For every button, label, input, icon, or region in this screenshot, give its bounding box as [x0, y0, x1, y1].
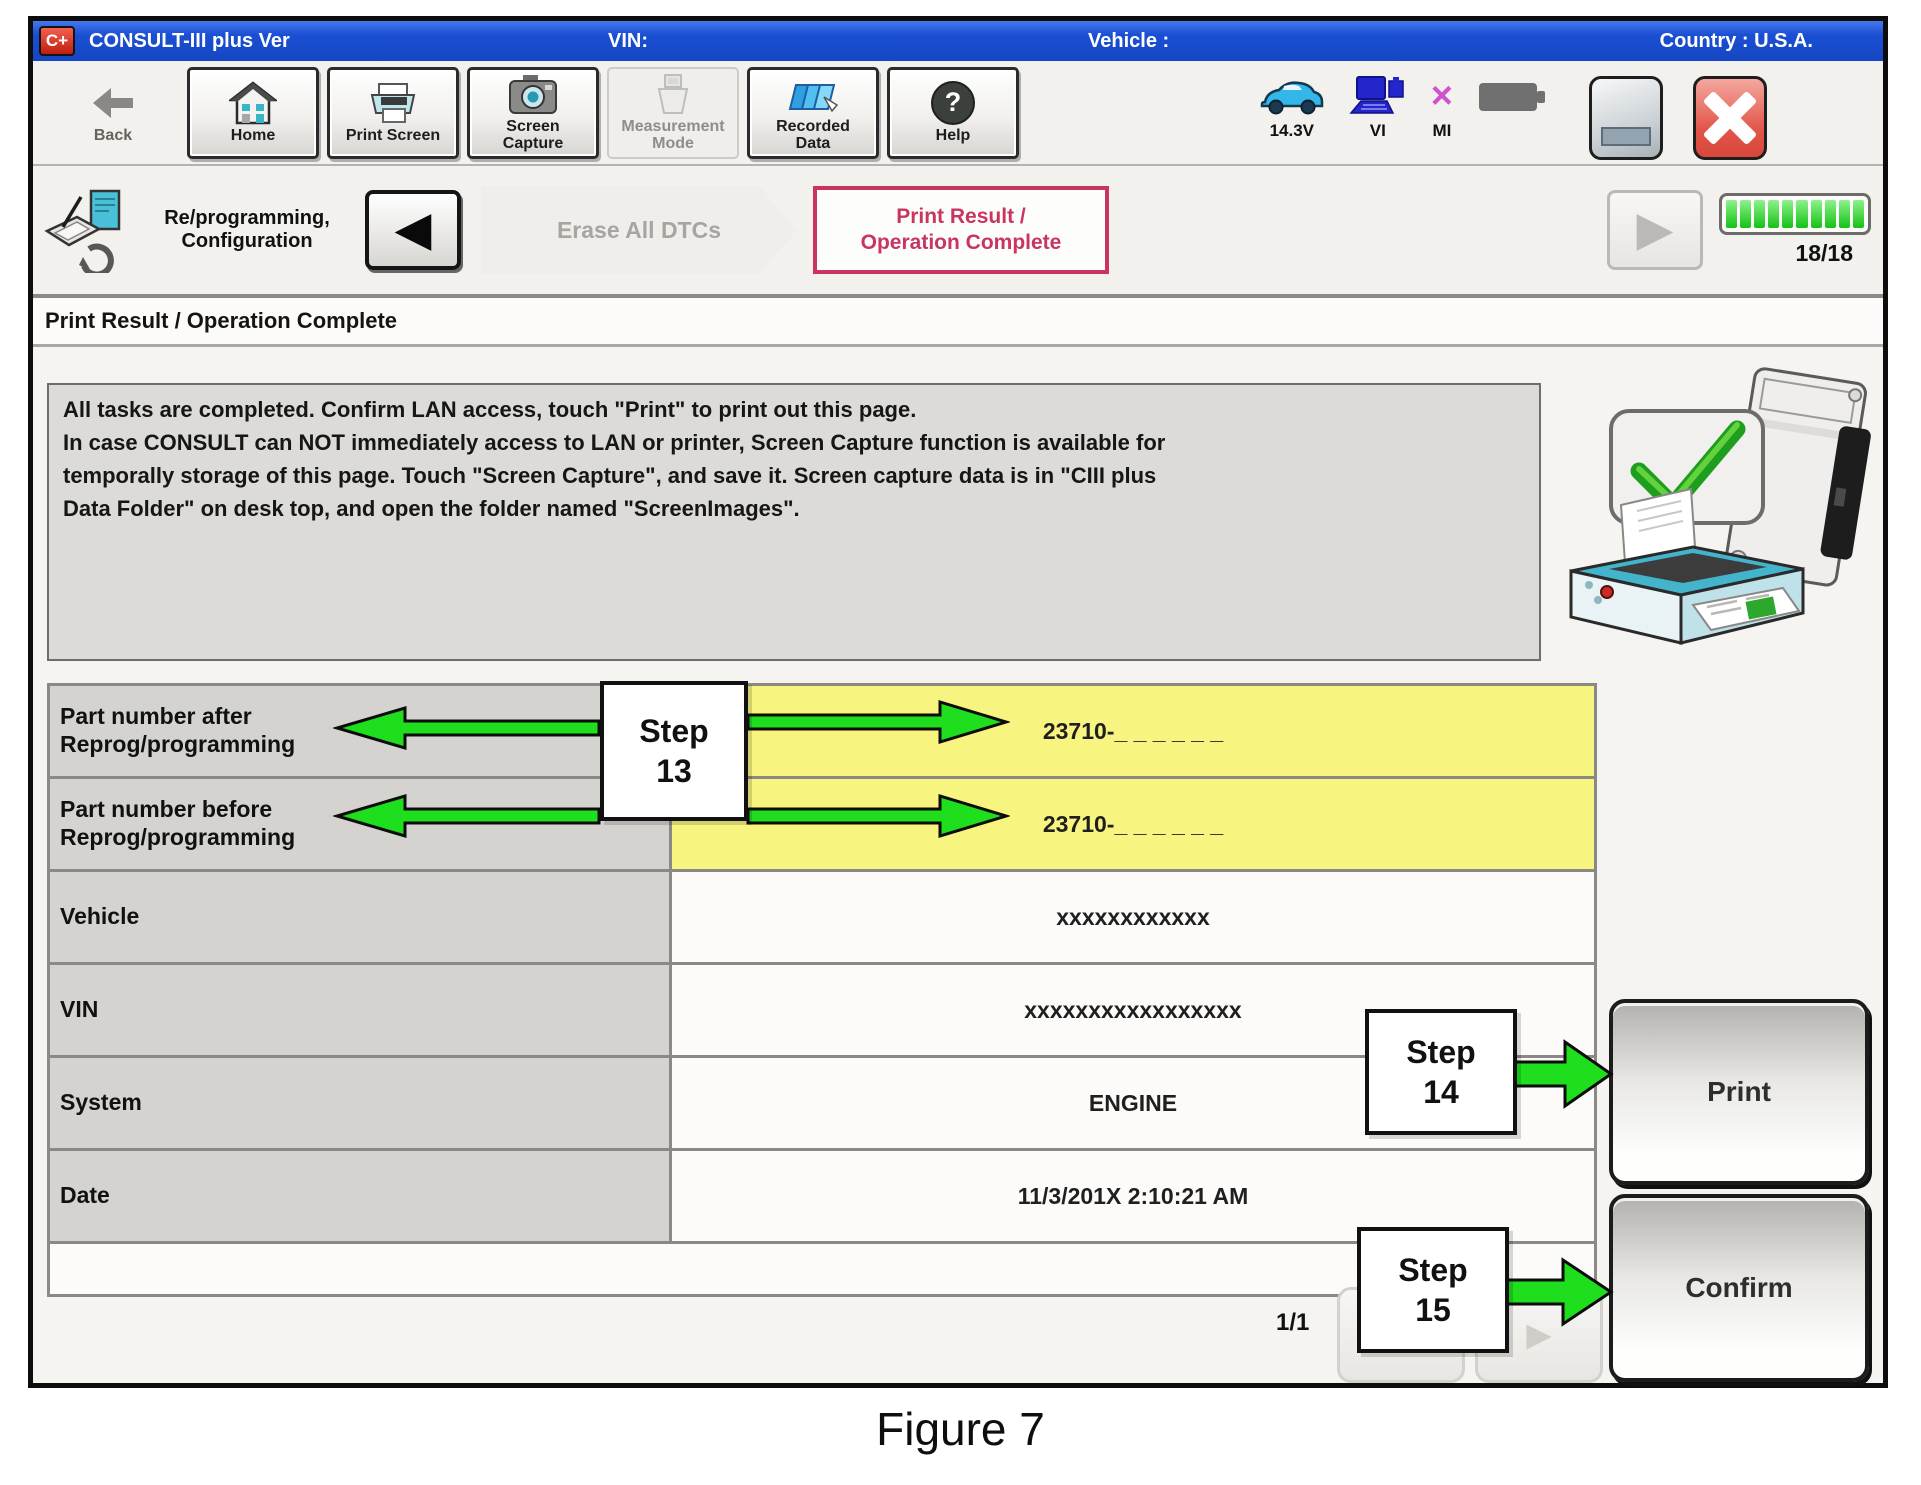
- page-indicator: 1/1: [1276, 1309, 1309, 1337]
- print-screen-button[interactable]: Print Screen: [327, 67, 459, 159]
- consult-window: C+ CONSULT-III plus Ver VIN: Vehicle : C…: [28, 16, 1888, 1388]
- home-button[interactable]: Home: [187, 67, 319, 159]
- row-label: Date: [50, 1151, 672, 1241]
- nav-back-button[interactable]: ◀: [365, 190, 461, 270]
- page-title: Print Result / Operation Complete: [33, 298, 1883, 347]
- vi-device-icon: [1349, 74, 1407, 118]
- country-label: Country : U.S.A.: [1660, 30, 1813, 53]
- app-logo-text: C+: [46, 31, 68, 51]
- figure-caption: Figure 7: [0, 1402, 1921, 1456]
- home-label: Home: [231, 128, 275, 145]
- help-label: Help: [936, 128, 971, 145]
- camera-icon: [508, 72, 558, 116]
- signal-count: 18/18: [1795, 240, 1853, 267]
- battery-voltage-status: 14.3V: [1259, 74, 1325, 141]
- mi-label: MI: [1432, 121, 1451, 141]
- measurement-mode-icon: [652, 72, 694, 116]
- signal-strength: 18/18: [1719, 193, 1871, 267]
- vin-label: VIN:: [608, 30, 648, 53]
- print-screen-label: Print Screen: [346, 128, 440, 145]
- content-area: All tasks are completed. Confirm LAN acc…: [33, 347, 1883, 1383]
- screen-capture-label: Screen Capture: [503, 119, 563, 153]
- step-erase-all-dtcs[interactable]: Erase All DTCs: [481, 186, 797, 274]
- row-label: Vehicle: [50, 872, 672, 962]
- folders-icon: [786, 72, 840, 116]
- row-value: xxxxxxxxxxxx: [672, 872, 1594, 962]
- title-bar: C+ CONSULT-III plus Ver VIN: Vehicle : C…: [33, 21, 1883, 61]
- help-icon: ?: [931, 81, 975, 125]
- row-vehicle: Vehicle xxxxxxxxxxxx: [50, 872, 1594, 965]
- car-icon: [1259, 74, 1325, 118]
- row-vin: VIN xxxxxxxxxxxxxxxxx: [50, 965, 1594, 1058]
- help-button[interactable]: ? Help: [887, 67, 1019, 159]
- nav-back-icon: ◀: [395, 206, 432, 254]
- print-button[interactable]: Print: [1609, 999, 1869, 1185]
- battery-icon: [1477, 74, 1547, 118]
- vehicle-label: Vehicle :: [1088, 30, 1169, 53]
- mi-disconnected-icon: ×: [1431, 74, 1453, 118]
- app-title: CONSULT-III plus Ver: [89, 30, 290, 53]
- mode-label: Re/programming, Configuration: [139, 207, 355, 253]
- step-print-result-current[interactable]: Print Result / Operation Complete: [813, 186, 1109, 274]
- row-label: VIN: [50, 965, 672, 1055]
- vi-status: VI: [1349, 74, 1407, 141]
- step13-arrow-right-row1: [746, 699, 1010, 745]
- back-button[interactable]: Back: [47, 67, 179, 159]
- step13-annotation: Step 13: [600, 681, 748, 821]
- measurement-mode-label: Measurement Mode: [621, 119, 724, 153]
- step15-annotation: Step 15: [1357, 1227, 1509, 1353]
- step14-arrow: [1513, 1035, 1615, 1113]
- recorded-data-label: Recorded Data: [776, 119, 850, 153]
- app-logo-icon: C+: [39, 26, 75, 56]
- help-glyph: ?: [945, 88, 962, 116]
- workflow-nav: Re/programming, Configuration ◀ Erase Al…: [33, 166, 1883, 298]
- nav-forward-button[interactable]: ▶: [1607, 190, 1703, 270]
- step-erase-label: Erase All DTCs: [557, 217, 721, 244]
- printer-complete-illustration: [1541, 361, 1885, 661]
- step13-arrow-left-row1: [333, 705, 601, 751]
- minimize-icon: [1601, 127, 1651, 146]
- status-area: 14.3V VI × MI: [1259, 66, 1863, 160]
- results-table: Part number after Reprog/programming 237…: [47, 683, 1597, 1297]
- measurement-mode-button[interactable]: Measurement Mode: [607, 67, 739, 159]
- step13-arrow-left-row2: [333, 793, 601, 839]
- reprogramming-mode-icon: [43, 208, 129, 252]
- recorded-data-button[interactable]: Recorded Data: [747, 67, 879, 159]
- printer-icon: [368, 81, 418, 125]
- nav-forward-icon: ▶: [1637, 206, 1674, 254]
- step15-arrow: [1505, 1253, 1615, 1331]
- minimize-button[interactable]: [1589, 76, 1663, 160]
- mi-status: × MI: [1431, 74, 1453, 141]
- row-label: System: [50, 1058, 672, 1148]
- signal-bars-icon: [1719, 193, 1871, 235]
- step13-arrow-right-row2: [746, 793, 1010, 839]
- battery-indicator: [1477, 74, 1547, 118]
- home-icon: [229, 81, 277, 125]
- screen-capture-button[interactable]: Screen Capture: [467, 67, 599, 159]
- nav-right: ▶ 18/18: [1607, 190, 1873, 270]
- step14-annotation: Step 14: [1365, 1009, 1517, 1135]
- back-label: Back: [94, 128, 132, 145]
- vi-label: VI: [1370, 121, 1386, 141]
- back-icon: [91, 81, 135, 125]
- row-system: System ENGINE: [50, 1058, 1594, 1151]
- close-button[interactable]: [1693, 76, 1767, 160]
- instruction-message: All tasks are completed. Confirm LAN acc…: [47, 383, 1541, 661]
- voltage-label: 14.3V: [1270, 121, 1314, 141]
- confirm-button[interactable]: Confirm: [1609, 1194, 1869, 1382]
- toolbar: Back Home Print: [33, 61, 1883, 166]
